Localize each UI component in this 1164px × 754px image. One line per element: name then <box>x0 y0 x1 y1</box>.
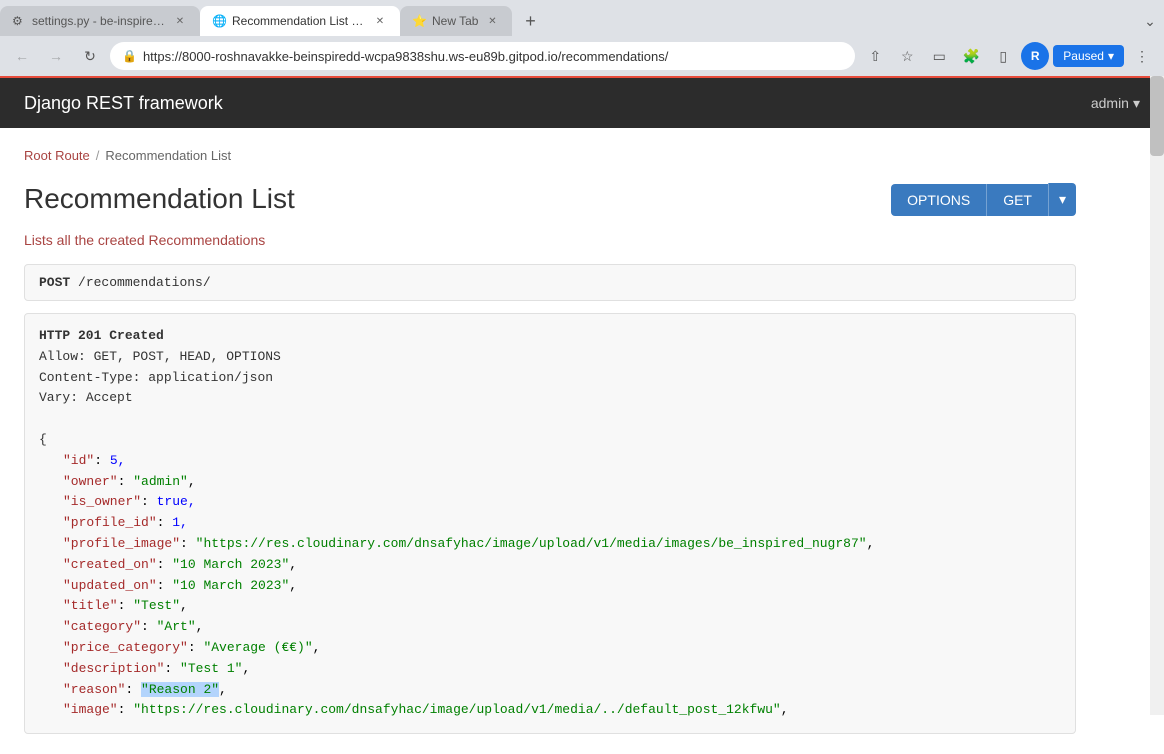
json-profile-id-key: "profile_id" <box>63 515 157 530</box>
address-bar-row: ← → ↻ 🔒 https://8000-roshnavakke-beinspi… <box>0 36 1164 76</box>
json-title-key: "title" <box>63 598 118 613</box>
json-reason-key: "reason" <box>63 682 125 697</box>
json-block: { "id": 5, "owner": "admin", "is_owner":… <box>39 430 1061 721</box>
json-created-on-key: "created_on" <box>63 557 157 572</box>
tab3-label: New Tab <box>432 14 478 28</box>
response-block: HTTP 201 Created Allow: GET, POST, HEAD,… <box>24 313 1076 734</box>
page-content: Django REST framework admin ▾ Root Route… <box>0 76 1164 754</box>
reload-button[interactable]: ↻ <box>76 42 104 70</box>
breadcrumb: Root Route / Recommendation List <box>24 148 1076 163</box>
json-updated-on-key: "updated_on" <box>63 578 157 593</box>
get-button[interactable]: GET <box>986 184 1048 216</box>
tab-bar: ⚙ settings.py - be-inspired-drf-api-... … <box>0 0 1164 36</box>
tab-settings-py[interactable]: ⚙ settings.py - be-inspired-drf-api-... … <box>0 6 200 36</box>
content-type-value: application/json <box>148 370 273 385</box>
screen-icon[interactable]: ▭ <box>925 42 953 70</box>
browser-chrome: ⚙ settings.py - be-inspired-drf-api-... … <box>0 0 1164 76</box>
breadcrumb-separator: / <box>96 148 100 163</box>
json-created-on-val: "10 March 2023" <box>172 557 289 572</box>
bookmark-icon[interactable]: ☆ <box>893 42 921 70</box>
menu-icon[interactable]: ⋮ <box>1128 42 1156 70</box>
json-image-val: "https://res.cloudinary.com/dnsafyhac/im… <box>133 702 781 717</box>
drf-main: Root Route / Recommendation List Recomme… <box>0 128 1100 754</box>
method-label: POST <box>39 275 70 290</box>
json-profile-id-val: 1, <box>172 515 188 530</box>
vary-label: Vary: <box>39 390 78 405</box>
paused-caret: ▾ <box>1108 49 1114 63</box>
profile-button[interactable]: R <box>1021 42 1049 70</box>
tab1-close[interactable]: ✕ <box>172 13 188 29</box>
content-type-label: Content-Type: <box>39 370 140 385</box>
response-headers: HTTP 201 Created Allow: GET, POST, HEAD,… <box>39 326 1061 409</box>
drf-navbar: Django REST framework admin ▾ <box>0 78 1164 128</box>
json-profile-image-key: "profile_image" <box>63 536 180 551</box>
tab1-favicon: ⚙ <box>12 14 26 28</box>
tab2-label: Recommendation List – Django R... <box>232 14 366 28</box>
json-description-val: "Test 1" <box>180 661 242 676</box>
tab-overflow-button[interactable]: ⌄ <box>1136 7 1164 35</box>
paused-label: Paused <box>1063 49 1104 63</box>
method-path: /recommendations/ <box>78 275 211 290</box>
json-title-val: "Test" <box>133 598 180 613</box>
json-category-key: "category" <box>63 619 141 634</box>
address-input-field[interactable]: https://8000-roshnavakke-beinspiredd-wcp… <box>143 49 843 64</box>
json-is-owner-key: "is_owner" <box>63 494 141 509</box>
json-reason-val: "Reason 2" <box>141 682 219 697</box>
new-tab-button[interactable]: + <box>516 7 544 35</box>
page-description: Lists all the created Recommendations <box>24 232 1076 248</box>
json-owner-key: "owner" <box>63 474 118 489</box>
tab1-label: settings.py - be-inspired-drf-api-... <box>32 14 166 28</box>
extensions-icon[interactable]: 🧩 <box>957 42 985 70</box>
tab2-favicon: 🌐 <box>212 14 226 28</box>
allow-value: GET, POST, HEAD, OPTIONS <box>94 349 281 364</box>
back-button[interactable]: ← <box>8 42 36 70</box>
share-icon[interactable]: ⇧ <box>861 42 889 70</box>
breadcrumb-current: Recommendation List <box>105 148 231 163</box>
vary-value: Accept <box>86 390 133 405</box>
allow-label: Allow: <box>39 349 86 364</box>
tab2-close[interactable]: ✕ <box>372 13 388 29</box>
status-line: HTTP 201 Created <box>39 328 164 343</box>
json-profile-image-val: "https://res.cloudinary.com/dnsafyhac/im… <box>196 536 867 551</box>
json-id-key: "id" <box>63 453 94 468</box>
json-price-category-val: "Average (€€)" <box>203 640 312 655</box>
json-category-val: "Art" <box>157 619 196 634</box>
forward-button[interactable]: → <box>42 42 70 70</box>
side-panel-icon[interactable]: ▯ <box>989 42 1017 70</box>
method-line-block: POST /recommendations/ <box>24 264 1076 301</box>
get-caret-button[interactable]: ▾ <box>1048 183 1076 216</box>
options-button[interactable]: OPTIONS <box>891 184 986 216</box>
breadcrumb-root-link[interactable]: Root Route <box>24 148 90 163</box>
page-title: Recommendation List <box>24 183 295 215</box>
lock-icon: 🔒 <box>122 49 137 63</box>
get-caret-icon: ▾ <box>1059 191 1066 207</box>
json-updated-on-val: "10 March 2023" <box>172 578 289 593</box>
json-description-key: "description" <box>63 661 164 676</box>
drf-brand-link[interactable]: Django REST framework <box>24 93 223 114</box>
json-price-category-key: "price_category" <box>63 640 188 655</box>
tab3-favicon: ⭐ <box>412 14 426 28</box>
json-owner-val: "admin" <box>133 474 188 489</box>
scrollbar-thumb[interactable] <box>1150 76 1164 156</box>
username-label: admin <box>1091 95 1129 111</box>
json-image-key: "image" <box>63 702 118 717</box>
action-buttons: OPTIONS GET ▾ <box>891 183 1076 216</box>
page-header: Recommendation List OPTIONS GET ▾ <box>24 183 1076 216</box>
address-bar-icons: ⇧ ☆ ▭ 🧩 ▯ R Paused ▾ ⋮ <box>861 42 1156 70</box>
tab-new-tab[interactable]: ⭐ New Tab ✕ <box>400 6 512 36</box>
paused-button[interactable]: Paused ▾ <box>1053 45 1124 67</box>
user-menu[interactable]: admin ▾ <box>1091 95 1140 112</box>
scrollbar[interactable] <box>1150 76 1164 715</box>
tab3-close[interactable]: ✕ <box>484 13 500 29</box>
json-is-owner-val: true, <box>157 494 196 509</box>
user-caret-icon: ▾ <box>1133 95 1140 112</box>
tab-recommendation-list[interactable]: 🌐 Recommendation List – Django R... ✕ <box>200 6 400 36</box>
json-id-val: 5, <box>110 453 126 468</box>
